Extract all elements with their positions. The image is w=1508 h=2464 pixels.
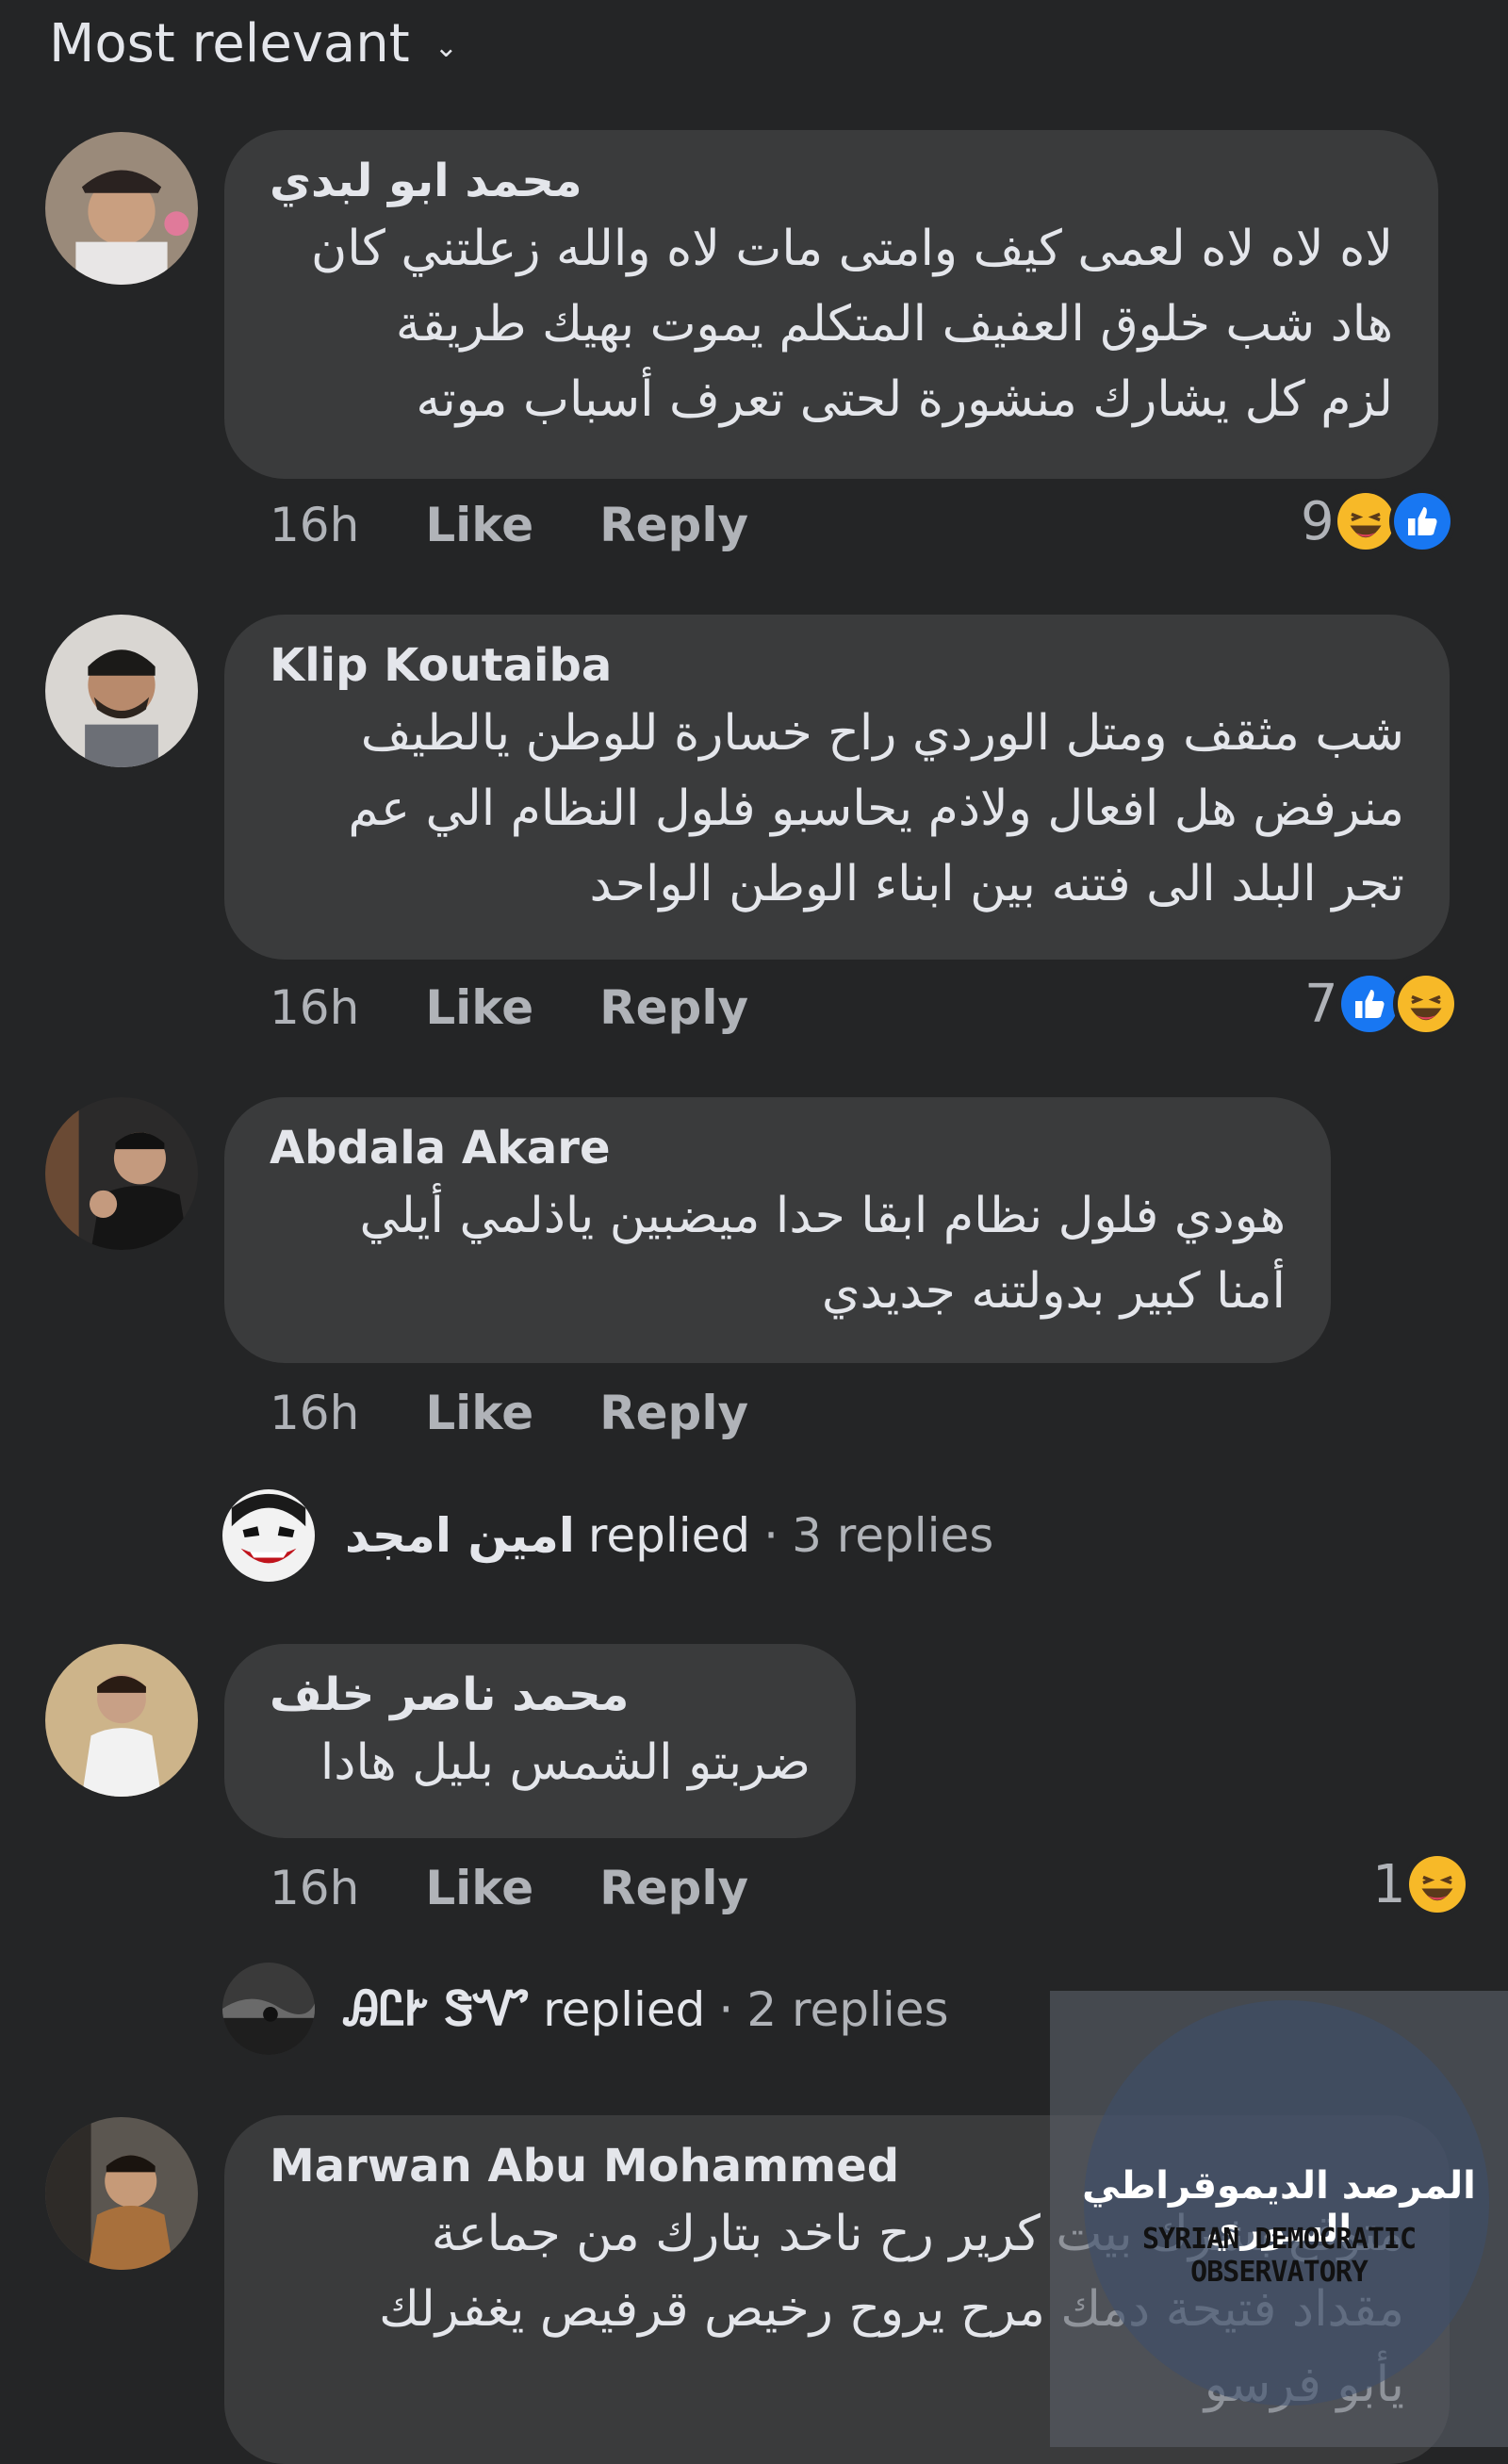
haha-icon	[1392, 971, 1459, 1037]
avatar[interactable]	[45, 1644, 198, 1797]
comment-bubble: محمد ناصر خلف ضربتو الشمس بليل هادا	[224, 1644, 856, 1838]
reply-count: 2 replies	[746, 1981, 949, 2037]
reply-avatar[interactable]	[222, 1963, 315, 2055]
sort-dropdown[interactable]: Most relevant ⌄	[49, 13, 458, 74]
reply-count: 3 replies	[792, 1508, 994, 1563]
comment-bubble: محمد ابو لبدي لاه لاه لاه لعمى كيف وامتى…	[224, 130, 1438, 479]
comment-actions: 16h Like Reply	[270, 1861, 814, 1915]
replied-label: replied	[543, 1981, 706, 2037]
comment-author[interactable]: Klip Koutaiba	[270, 635, 1404, 696]
reaction-summary[interactable]: 9	[1301, 488, 1455, 554]
replied-label: replied	[587, 1508, 751, 1563]
comment-author[interactable]: محمد ابو لبدي	[270, 151, 1393, 211]
watermark-english: SYRIAN DEMOCRATIC OBSERVATORY	[1141, 2223, 1417, 2289]
reply-button[interactable]: Reply	[599, 1386, 748, 1440]
reply-button[interactable]: Reply	[599, 1861, 748, 1915]
comment-text: شب مثقف ومتل الوردي راح خسارة للوطن يالط…	[348, 705, 1404, 912]
separator: ·	[718, 1981, 734, 2037]
like-button[interactable]: Like	[425, 1861, 533, 1915]
reaction-count: 7	[1304, 973, 1338, 1035]
separator: ·	[763, 1508, 779, 1563]
like-icon	[1388, 488, 1455, 554]
like-button[interactable]: Like	[425, 980, 533, 1035]
avatar[interactable]	[45, 2117, 198, 2270]
comment-actions: 16h Like Reply	[270, 980, 814, 1035]
reply-button[interactable]: Reply	[599, 980, 748, 1035]
comment-text: هودي فلول نظام ابقا حدا ميضبين ياذلمي أي…	[359, 1188, 1287, 1320]
watermark-logo: المرصد الديموقراطي السوري SYRIAN DEMOCRA…	[1050, 1991, 1508, 2447]
like-button[interactable]: Like	[425, 1386, 533, 1440]
comment-text: ضربتو الشمس بليل هادا	[320, 1734, 811, 1791]
comment-time[interactable]: 16h	[270, 498, 359, 552]
reaction-summary[interactable]: 7	[1304, 971, 1459, 1037]
reaction-count: 9	[1301, 490, 1335, 552]
comment-text: لاه لاه لاه لعمى كيف وامتى مات لاه والله…	[311, 221, 1393, 428]
view-replies-link[interactable]: ᎯᏝᎨ ᏕᏉ replied · 2 replies	[345, 1981, 949, 2037]
comment-time[interactable]: 16h	[270, 1386, 359, 1440]
chevron-down-icon: ⌄	[434, 31, 458, 64]
like-button[interactable]: Like	[425, 498, 533, 552]
reply-author: امين امجد	[345, 1508, 575, 1563]
comment-time[interactable]: 16h	[270, 1861, 359, 1915]
sort-label: Most relevant	[49, 13, 410, 74]
view-replies-link[interactable]: امين امجد replied · 3 replies	[345, 1508, 993, 1563]
comment-bubble: Abdala Akare هودي فلول نظام ابقا حدا ميض…	[224, 1097, 1331, 1363]
reply-button[interactable]: Reply	[599, 498, 748, 552]
avatar[interactable]	[45, 615, 198, 767]
avatar[interactable]	[45, 132, 198, 285]
comment-author[interactable]: محمد ناصر خلف	[270, 1665, 811, 1725]
haha-icon	[1403, 1851, 1470, 1917]
comment-actions: 16h Like Reply	[270, 498, 814, 552]
comment-bubble: Klip Koutaiba شب مثقف ومتل الوردي راح خس…	[224, 615, 1450, 960]
reaction-count: 1	[1372, 1853, 1406, 1915]
comment-time[interactable]: 16h	[270, 980, 359, 1035]
comment-author[interactable]: Abdala Akare	[270, 1118, 1286, 1178]
avatar[interactable]	[45, 1097, 198, 1250]
reaction-summary[interactable]: 1	[1372, 1851, 1470, 1917]
comment-actions: 16h Like Reply	[270, 1386, 814, 1440]
reply-author: ᎯᏝᎨ ᏕᏉ	[345, 1981, 531, 2036]
reply-avatar[interactable]	[222, 1489, 315, 1582]
